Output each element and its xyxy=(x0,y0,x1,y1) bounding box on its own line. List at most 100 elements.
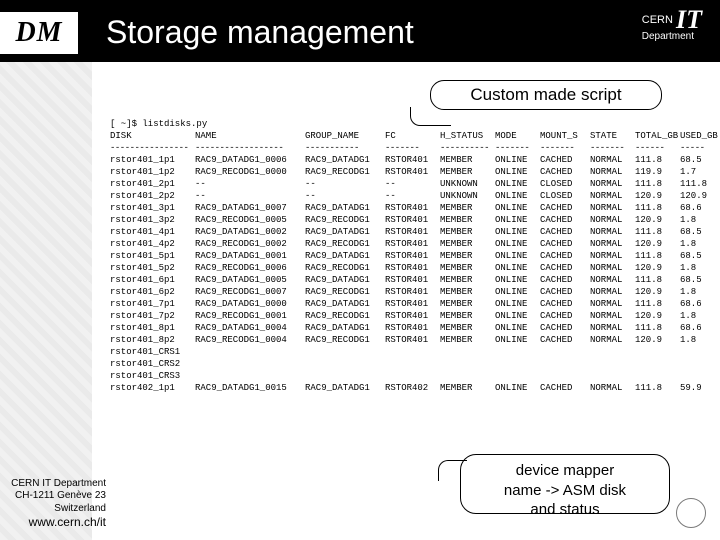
cell: 111.8 xyxy=(635,274,680,286)
col-header: FC xyxy=(385,130,440,142)
table-row: rstor401_2p1------UNKNOWNONLINECLOSEDNOR… xyxy=(110,178,710,190)
cell: ONLINE xyxy=(495,214,540,226)
table-row: rstor401_3p2RAC9_RECODG1_0005RAC9_RECODG… xyxy=(110,214,710,226)
table-row: rstor401_7p2RAC9_RECODG1_0001RAC9_RECODG… xyxy=(110,310,710,322)
col-dash: ----- xyxy=(680,142,710,154)
cell: RAC9_RECODG1 xyxy=(305,310,385,322)
cell: RAC9_RECODG1_0002 xyxy=(195,238,305,250)
col-header: NAME xyxy=(195,130,305,142)
cell: MEMBER xyxy=(440,274,495,286)
slide-title: Storage management xyxy=(106,14,414,51)
cell: ONLINE xyxy=(495,238,540,250)
cell: RAC9_RECODG1 xyxy=(305,214,385,226)
cell: -- xyxy=(385,178,440,190)
cell: 1.7 xyxy=(680,166,710,178)
cell: RAC9_DATADG1 xyxy=(305,274,385,286)
cell xyxy=(590,346,635,358)
col-dash: ------- xyxy=(385,142,440,154)
cell: 120.9 xyxy=(635,286,680,298)
table-row: rstor401_CRS3 xyxy=(110,370,710,382)
cell: -- xyxy=(195,190,305,202)
cell: MEMBER xyxy=(440,262,495,274)
cell: RAC9_RECODG1 xyxy=(305,262,385,274)
cell: 111.8 xyxy=(635,226,680,238)
cell: MEMBER xyxy=(440,166,495,178)
cell: CACHED xyxy=(540,274,590,286)
cell: rstor401_CRS2 xyxy=(110,358,195,370)
cell: -- xyxy=(195,178,305,190)
cell: 1.8 xyxy=(680,214,710,226)
cell xyxy=(195,370,305,382)
cell: -- xyxy=(305,178,385,190)
cell: RSTOR402 xyxy=(385,382,440,394)
cell: NORMAL xyxy=(590,178,635,190)
cell: 68.6 xyxy=(680,202,710,214)
col-dash: ------- xyxy=(495,142,540,154)
col-header: MOUNT_S xyxy=(540,130,590,142)
cell: RAC9_DATADG1 xyxy=(305,226,385,238)
cell: ONLINE xyxy=(495,274,540,286)
cell xyxy=(440,370,495,382)
cell: RSTOR401 xyxy=(385,262,440,274)
cell: rstor401_7p2 xyxy=(110,310,195,322)
cell: CACHED xyxy=(540,202,590,214)
cell: rstor401_5p1 xyxy=(110,250,195,262)
cell: RSTOR401 xyxy=(385,250,440,262)
cell: rstor401_CRS1 xyxy=(110,346,195,358)
cell: ONLINE xyxy=(495,178,540,190)
cell: 111.8 xyxy=(635,322,680,334)
cell: rstor401_4p2 xyxy=(110,238,195,250)
cell: MEMBER xyxy=(440,238,495,250)
cell: 111.8 xyxy=(635,298,680,310)
dm-logo: DM xyxy=(0,12,78,54)
cell: RAC9_DATADG1_0006 xyxy=(195,154,305,166)
col-dash: ---------- xyxy=(440,142,495,154)
col-header: TOTAL_GB xyxy=(635,130,680,142)
cell: ONLINE xyxy=(495,322,540,334)
cell xyxy=(440,358,495,370)
cell: 120.9 xyxy=(635,214,680,226)
cell: CACHED xyxy=(540,238,590,250)
cell: ONLINE xyxy=(495,154,540,166)
footer-l3: Switzerland xyxy=(6,503,106,516)
cell: RSTOR401 xyxy=(385,334,440,346)
cern-it-logo: CERN IT Department xyxy=(642,8,702,42)
cell: ONLINE xyxy=(495,190,540,202)
cell: NORMAL xyxy=(590,154,635,166)
cell: NORMAL xyxy=(590,166,635,178)
cell xyxy=(195,346,305,358)
cell xyxy=(305,346,385,358)
cell xyxy=(495,358,540,370)
cell: 111.8 xyxy=(635,382,680,394)
col-dash: ------ xyxy=(635,142,680,154)
cell: MEMBER xyxy=(440,298,495,310)
table-row: rstor401_6p2RAC9_RECODG1_0007RAC9_RECODG… xyxy=(110,286,710,298)
cell: ONLINE xyxy=(495,226,540,238)
cell xyxy=(540,346,590,358)
cell: RAC9_DATADG1 xyxy=(305,298,385,310)
cell: CLOSED xyxy=(540,178,590,190)
cell: RSTOR401 xyxy=(385,322,440,334)
cell: 68.6 xyxy=(680,322,710,334)
cell: rstor401_4p1 xyxy=(110,226,195,238)
cell xyxy=(680,346,710,358)
cell: MEMBER xyxy=(440,382,495,394)
cell: rstor401_8p2 xyxy=(110,334,195,346)
col-header: MODE xyxy=(495,130,540,142)
cell: UNKNOWN xyxy=(440,190,495,202)
cell xyxy=(635,370,680,382)
cell: rstor401_3p1 xyxy=(110,202,195,214)
cell: NORMAL xyxy=(590,226,635,238)
cell: 111.8 xyxy=(680,178,710,190)
col-header: GROUP_NAME xyxy=(305,130,385,142)
table-row: rstor401_CRS2 xyxy=(110,358,710,370)
cell: RAC9_RECODG1_0005 xyxy=(195,214,305,226)
it-text: IT xyxy=(676,8,702,32)
cell: 111.8 xyxy=(635,202,680,214)
table-row: rstor401_6p1RAC9_DATADG1_0005RAC9_DATADG… xyxy=(110,274,710,286)
cell: RSTOR401 xyxy=(385,298,440,310)
cell xyxy=(385,370,440,382)
col-header: H_STATUS xyxy=(440,130,495,142)
table-dashes: ----------------------------------------… xyxy=(110,142,710,154)
table-row: rstor401_5p1RAC9_DATADG1_0001RAC9_DATADG… xyxy=(110,250,710,262)
